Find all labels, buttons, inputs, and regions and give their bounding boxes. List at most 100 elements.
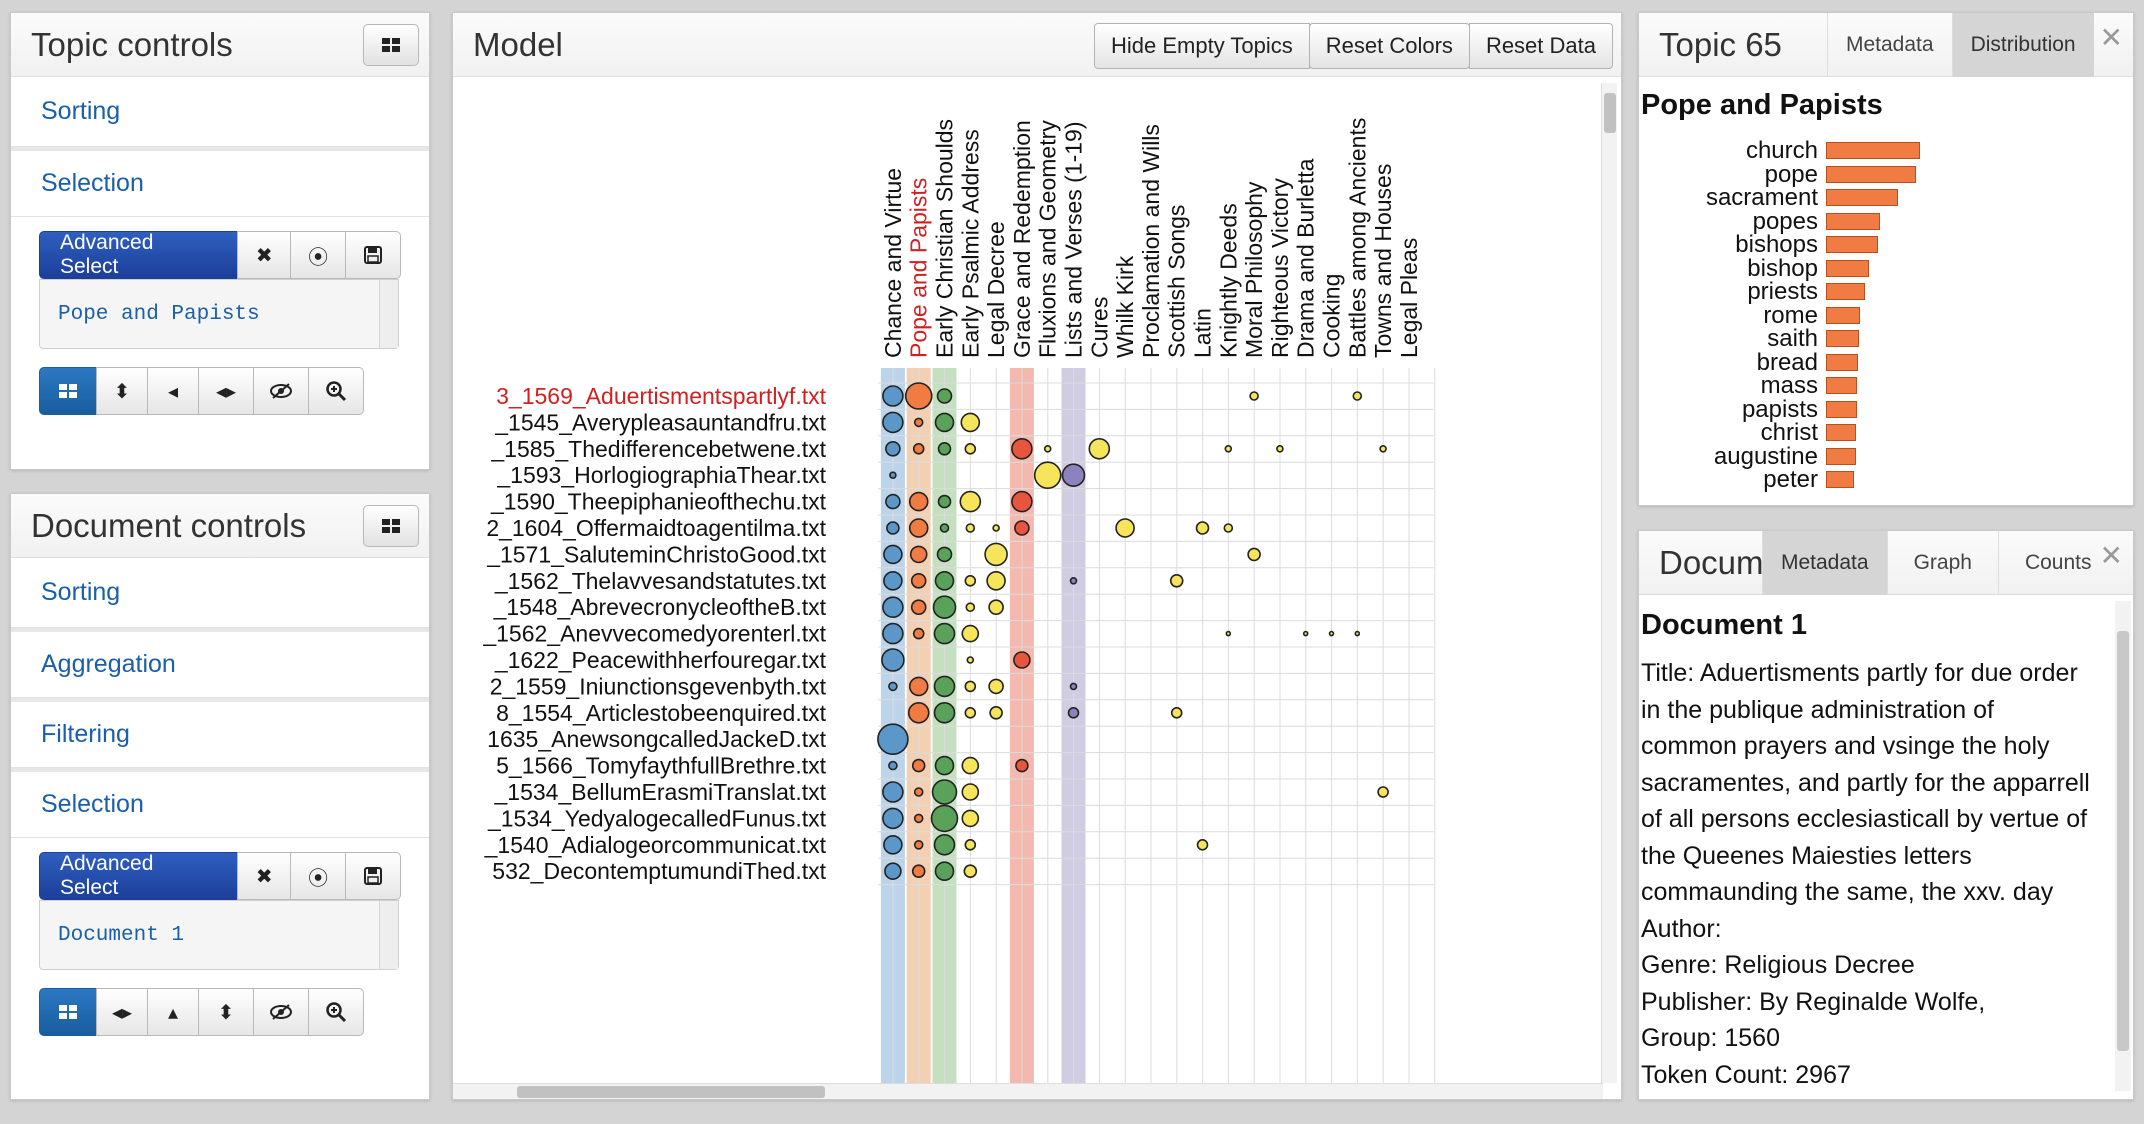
topic-weight-circle[interactable]	[1088, 437, 1111, 460]
topic-weight-circle[interactable]	[1247, 547, 1261, 562]
arrow-up-icon[interactable]: ▴	[147, 988, 199, 1036]
topic-weight-circle[interactable]	[904, 382, 933, 410]
topic-weight-circle[interactable]	[934, 412, 955, 433]
document-label[interactable]: _1534_YedyalogecalledFunus.txt	[487, 805, 827, 831]
topic-weight-circle[interactable]	[1195, 521, 1210, 535]
document-label[interactable]: _1534_BellumErasmiTranslat.txt	[493, 779, 826, 805]
topic-weight-circle[interactable]	[883, 570, 903, 591]
document-label[interactable]: _1562_Thelavvesandstatutes.txt	[494, 568, 827, 594]
grid-view-button[interactable]	[39, 367, 97, 415]
topic-weight-circle[interactable]	[883, 834, 903, 855]
topic-weight-circle[interactable]	[964, 706, 977, 719]
target-icon[interactable]: ⦿	[290, 231, 347, 279]
document-label[interactable]: 5_1566_TomyfaythfullBrethre.txt	[496, 753, 826, 779]
topic-weight-circle[interactable]	[1011, 437, 1033, 460]
document-label[interactable]: _1548_AbrevecronycleoftheB.txt	[493, 594, 827, 620]
topic-weight-circle[interactable]	[882, 807, 904, 830]
document-selection-field[interactable]: Document 1	[39, 900, 399, 970]
topic-weight-circle[interactable]	[934, 861, 955, 882]
topic-selection-section[interactable]: Selection	[11, 147, 429, 217]
topic-weight-circle[interactable]	[939, 523, 950, 533]
vertical-scrollbar-thumb[interactable]	[1604, 93, 1616, 133]
document-label[interactable]: 1635_AnewsongcalledJackeD.txt	[487, 726, 826, 752]
topic-weight-circle[interactable]	[1225, 630, 1232, 637]
topic-weight-circle[interactable]	[912, 442, 925, 455]
sort-icon[interactable]: ⬍	[198, 988, 254, 1036]
topic-weight-circle[interactable]	[1069, 576, 1078, 585]
topic-label[interactable]: Early Christian Shoulds	[932, 119, 958, 358]
advanced-select-button[interactable]: Advanced Select	[39, 231, 239, 279]
topic-weight-circle[interactable]	[913, 839, 924, 850]
topic-weight-circle[interactable]	[1013, 651, 1031, 669]
topic-weight-circle[interactable]	[908, 491, 929, 512]
topic-selection-field[interactable]: Pope and Papists	[39, 279, 399, 349]
document-scrollbar-thumb[interactable]	[2117, 631, 2129, 1051]
topic-weight-circle[interactable]	[888, 681, 898, 692]
document-label[interactable]: _1622_Peacewithherfouregar.txt	[494, 647, 827, 673]
topic-weight-circle[interactable]	[1043, 444, 1052, 453]
layout-toggle-button[interactable]	[363, 505, 419, 547]
topic-weight-circle[interactable]	[966, 656, 975, 664]
topic-weight-circle[interactable]	[1170, 706, 1183, 719]
topic-weight-circle[interactable]	[908, 676, 929, 697]
topic-weight-circle[interactable]	[965, 602, 976, 613]
topic-weight-circle[interactable]	[964, 442, 977, 455]
document-label[interactable]: _1585_Thedifferencebetwene.txt	[490, 436, 826, 462]
topic-label[interactable]: Grace and Redemption	[1009, 120, 1035, 358]
topic-label[interactable]: Fluxions and Geometry	[1035, 120, 1061, 358]
topic-weight-circle[interactable]	[964, 838, 977, 851]
advanced-select-button[interactable]: Advanced Select	[39, 852, 239, 900]
topic-weight-circle[interactable]	[936, 546, 953, 563]
topic-label[interactable]: Drama and Burletta	[1293, 158, 1319, 358]
topic-weight-circle[interactable]	[934, 570, 955, 591]
topic-label[interactable]: Battles among Ancients	[1344, 118, 1370, 358]
topic-weight-circle[interactable]	[934, 755, 955, 776]
topic-label[interactable]: Latin	[1190, 308, 1216, 358]
topic-weight-circle[interactable]	[986, 570, 1006, 591]
topic-weight-circle[interactable]	[984, 542, 1008, 567]
topic-weight-circle[interactable]	[885, 440, 901, 457]
topic-weight-circle[interactable]	[913, 813, 924, 824]
target-icon[interactable]: ⦿	[290, 852, 347, 900]
document-label[interactable]: _1562_Anevvecomedyorenterl.txt	[482, 621, 826, 647]
topic-weight-circle[interactable]	[886, 521, 900, 535]
topic-weight-circle[interactable]	[911, 758, 926, 773]
topic-weight-circle[interactable]	[1169, 573, 1184, 588]
topic-weight-circle[interactable]	[881, 648, 905, 672]
topic-document-matrix[interactable]: Chance and Virtue Pope and Papists Early C…	[453, 78, 1621, 1100]
topic-weight-circle[interactable]	[889, 471, 897, 480]
topic-weight-circle[interactable]	[960, 412, 981, 433]
topic-weight-circle[interactable]	[1352, 391, 1363, 401]
topic-label[interactable]: Knightly Deeds	[1215, 203, 1241, 358]
topic-label[interactable]: Proclamation and Wills	[1138, 124, 1164, 358]
topic-label[interactable]: Whilk Kirk	[1112, 255, 1138, 358]
topic-weight-circle[interactable]	[909, 545, 928, 564]
document-selection-section[interactable]: Selection	[11, 768, 429, 838]
document-label[interactable]: 2_1604_Offermaidtoagentilma.txt	[486, 515, 826, 541]
layout-toggle-button[interactable]	[363, 24, 419, 66]
topic-weight-circle[interactable]	[882, 781, 904, 803]
topic-label[interactable]: Chance and Virtue	[880, 168, 906, 358]
topic-weight-circle[interactable]	[910, 599, 927, 616]
topic-weight-circle[interactable]	[931, 779, 958, 805]
topic-weight-circle[interactable]	[1302, 630, 1309, 637]
document-label[interactable]: _1540_Adialogeorcommunicat.txt	[484, 832, 827, 858]
topic-weight-circle[interactable]	[988, 678, 1004, 695]
topic-weight-circle[interactable]	[882, 622, 904, 645]
topic-weight-circle[interactable]	[1196, 838, 1209, 851]
zoom-icon[interactable]	[308, 367, 364, 415]
topic-weight-circle[interactable]	[1328, 630, 1335, 637]
vertical-scrollbar[interactable]	[1601, 83, 1617, 1083]
topic-label[interactable]: Cures	[1086, 297, 1112, 358]
topic-weight-circle[interactable]	[1276, 444, 1284, 453]
topic-weight-circle[interactable]	[1061, 463, 1086, 488]
topic-weight-circle[interactable]	[933, 675, 956, 698]
topic-weight-circle[interactable]	[1069, 682, 1078, 691]
document-label[interactable]: _1590_Theepiphanieofthechu.txt	[490, 489, 827, 515]
topic-weight-circle[interactable]	[961, 756, 980, 775]
topic-weight-circle[interactable]	[961, 783, 980, 801]
tab-doc-metadata[interactable]: Metadata	[1762, 531, 1887, 595]
topic-weight-circle[interactable]	[989, 705, 1003, 720]
zoom-icon[interactable]	[308, 988, 364, 1036]
topic-weight-circle[interactable]	[1067, 706, 1080, 719]
